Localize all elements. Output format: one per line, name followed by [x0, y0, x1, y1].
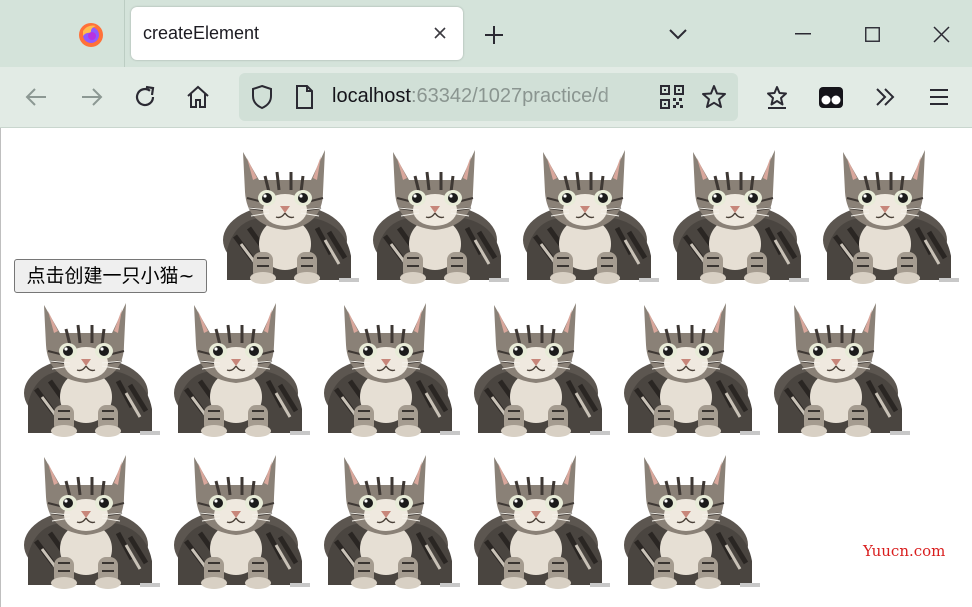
cat-image	[314, 293, 462, 439]
menu-icon[interactable]	[926, 84, 952, 110]
chevron-down-icon[interactable]	[667, 27, 689, 41]
window-close-icon[interactable]	[933, 26, 950, 43]
cat-image	[14, 445, 162, 591]
cat-image	[314, 445, 462, 591]
glasses-icon[interactable]	[818, 84, 844, 110]
extension-icon[interactable]	[764, 84, 790, 110]
cat-image	[164, 293, 312, 439]
cat-image	[464, 445, 612, 591]
forward-arrow-icon[interactable]	[78, 84, 104, 110]
cat-image	[663, 140, 811, 286]
star-icon[interactable]	[701, 84, 727, 110]
close-icon[interactable]	[433, 26, 447, 40]
url-host: localhost	[332, 85, 411, 107]
cat-image	[614, 293, 762, 439]
page-viewport: 点击创建一只小猫~ Yuucn.com	[0, 128, 972, 607]
watermark-text: Yuucn.com	[863, 542, 946, 560]
tab-title: createElement	[143, 23, 260, 43]
qr-code-icon[interactable]	[659, 84, 685, 110]
navigation-toolbar: localhost:63342/1027practice/d	[0, 67, 972, 128]
cat-image	[213, 140, 361, 286]
cat-image	[513, 140, 661, 286]
cat-image	[14, 293, 162, 439]
tab-separator	[124, 0, 125, 67]
minimize-icon[interactable]	[795, 33, 811, 35]
cat-image	[813, 140, 961, 286]
back-arrow-icon[interactable]	[24, 84, 50, 110]
cat-image	[764, 293, 912, 439]
url-text[interactable]: localhost:63342/1027practice/d	[332, 85, 609, 108]
tab-create-element[interactable]: createElement	[131, 7, 463, 60]
cat-image	[464, 293, 612, 439]
firefox-logo-icon[interactable]	[78, 22, 104, 48]
reload-icon[interactable]	[132, 84, 158, 110]
plus-icon[interactable]	[483, 24, 505, 46]
page-icon[interactable]	[291, 84, 317, 110]
create-cat-button[interactable]: 点击创建一只小猫~	[14, 259, 207, 293]
url-bar[interactable]: localhost:63342/1027practice/d	[239, 73, 738, 121]
url-path: :63342/1027practice/d	[410, 85, 609, 107]
cat-image	[614, 445, 762, 591]
url-fade	[599, 73, 659, 121]
tab-strip: createElement	[0, 0, 972, 67]
overflow-icon[interactable]	[872, 84, 898, 110]
cat-image	[164, 445, 312, 591]
maximize-icon[interactable]	[865, 27, 880, 42]
home-icon[interactable]	[185, 84, 211, 110]
cat-image	[363, 140, 511, 286]
shield-icon[interactable]	[249, 84, 275, 110]
